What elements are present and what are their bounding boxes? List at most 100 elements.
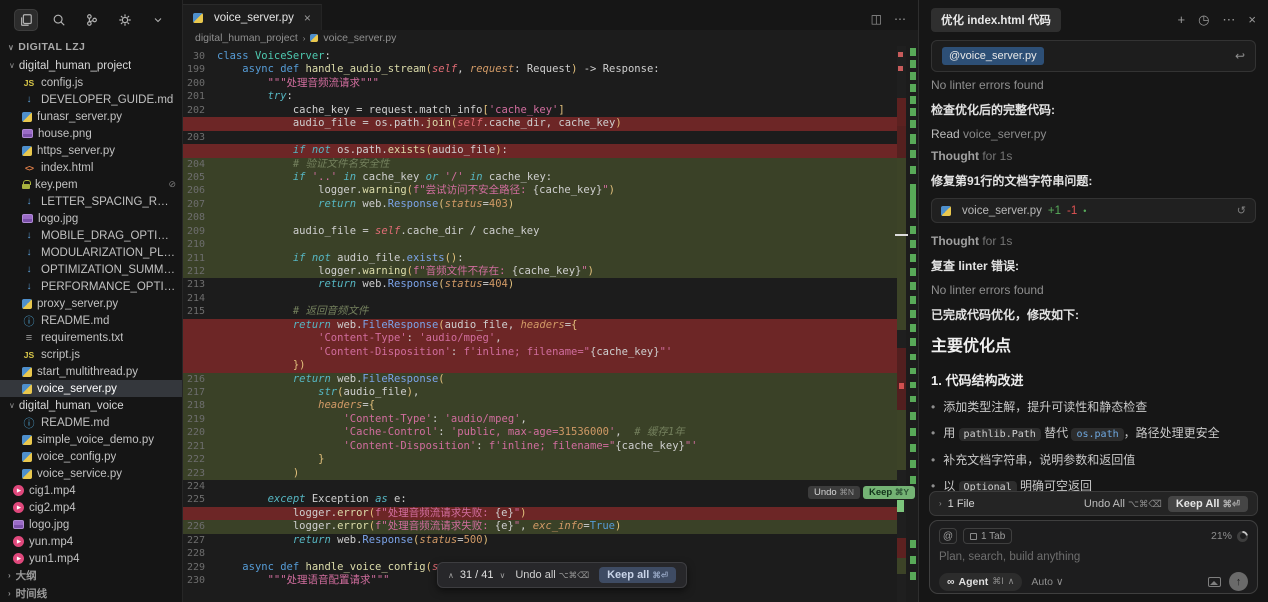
chat-title-tab[interactable]: 优化 index.html 代码 <box>931 8 1061 32</box>
code-line-deleted[interactable]: logger.error(f"处理音频流请求失败: {e}") <box>183 507 897 520</box>
code-line[interactable]: 200 """处理音频流请求""" <box>183 77 897 90</box>
chevron-down-icon[interactable] <box>146 9 170 31</box>
tree-item[interactable]: ⓘREADME.md <box>0 414 182 431</box>
code-line[interactable]: 228 <box>183 547 897 560</box>
code-line-added[interactable]: 208 <box>183 211 897 224</box>
attach-image-icon[interactable] <box>1208 577 1221 587</box>
code-line-added[interactable]: 204 # 验证文件名安全性 <box>183 158 897 171</box>
code-line-deleted[interactable]: }) <box>183 359 897 372</box>
keep-all-button[interactable]: Keep all ⌘⏎ <box>599 567 676 583</box>
code-line-added[interactable]: 206 logger.warning(f"尝试访问不安全路径: {cache_k… <box>183 184 897 197</box>
timeline-section[interactable]: › 时间线 <box>0 584 182 602</box>
tree-item[interactable]: voice_config.py <box>0 448 182 465</box>
code-line[interactable]: 213 return web.Response(status=404) <box>183 278 897 291</box>
tree-item[interactable]: ↓PERFORMANCE_OPTIMIZA... <box>0 278 182 295</box>
scrollbar-diff-marks[interactable] <box>907 46 918 602</box>
prev-change-icon[interactable]: ∧ <box>448 571 454 580</box>
send-button[interactable]: ↑ <box>1229 572 1248 591</box>
tree-item[interactable]: logo.jpg <box>0 210 182 227</box>
tree-item[interactable]: ▶cig1.mp4 <box>0 482 182 499</box>
code-line-deleted[interactable]: 'Content-Disposition': f'inline; filenam… <box>183 346 897 359</box>
close-icon[interactable]: × <box>304 11 311 25</box>
tree-item[interactable]: key.pem⊘ <box>0 176 182 193</box>
tree-item[interactable]: ▶yun.mp4 <box>0 533 182 550</box>
code-line[interactable]: 199 async def handle_audio_stream(self, … <box>183 63 897 76</box>
code-line[interactable]: 203 <box>183 131 897 144</box>
code-line[interactable]: 214 <box>183 292 897 305</box>
code-line-added[interactable]: 223 ) <box>183 467 897 480</box>
tree-item[interactable]: ▶yun1.mp4 <box>0 550 182 567</box>
code-line-added[interactable]: 205 if '..' in cache_key or '/' in cache… <box>183 171 897 184</box>
code-editor[interactable]: 30class VoiceServer:199 async def handle… <box>183 46 918 602</box>
code-line-added[interactable]: 218 headers={ <box>183 399 897 412</box>
code-line-added[interactable]: 222 } <box>183 453 897 466</box>
code-line[interactable]: 227 return web.Response(status=500) <box>183 534 897 547</box>
files-count[interactable]: 1 File <box>948 498 975 510</box>
workspace-header[interactable]: ∨ DIGITAL LZJ <box>0 37 182 57</box>
tree-item[interactable]: proxy_server.py <box>0 295 182 312</box>
close-icon[interactable]: × <box>1248 12 1256 28</box>
context-file-chip[interactable]: @voice_server.py <box>942 47 1044 65</box>
keep-all-button[interactable]: Keep All ⌘⏎ <box>1168 496 1248 512</box>
tree-item[interactable]: JSconfig.js <box>0 74 182 91</box>
next-change-icon[interactable]: ∨ <box>500 571 506 580</box>
outline-section[interactable]: › 大纲 <box>0 566 182 584</box>
tree-item[interactable]: JSscript.js <box>0 346 182 363</box>
code-line[interactable]: 224 <box>183 480 897 493</box>
code-line-deleted[interactable]: audio_file = os.path.join(self.cache_dir… <box>183 117 897 130</box>
input-placeholder[interactable]: Plan, search, build anything <box>939 551 1248 563</box>
code-line-added[interactable]: 220 'Cache-Control': 'public, max-age=31… <box>183 426 897 439</box>
edited-file-card[interactable]: voice_server.py+1-1•↺ <box>931 198 1256 223</box>
tree-item[interactable]: ↓LETTER_SPACING_REMOV... <box>0 193 182 210</box>
tree-item[interactable]: voice_service.py <box>0 465 182 482</box>
tree-item[interactable]: ≡requirements.txt <box>0 329 182 346</box>
tree-folder[interactable]: ∨digital_human_project <box>0 57 182 74</box>
code-line-added[interactable]: 209 audio_file = self.cache_dir / cache_… <box>183 225 897 238</box>
model-selector[interactable]: Auto ∨ <box>1031 576 1063 588</box>
settings-gear-icon[interactable] <box>113 9 137 31</box>
breadcrumb[interactable]: digital_human_project › voice_server.py <box>183 30 918 46</box>
code-line-added[interactable]: 207 return web.Response(status=403) <box>183 198 897 211</box>
mention-button[interactable]: @ <box>939 528 957 544</box>
history-icon[interactable]: ◷ <box>1198 12 1209 28</box>
tree-item[interactable]: ↓OPTIMIZATION_SUMMARY.... <box>0 261 182 278</box>
source-control-icon[interactable] <box>80 9 104 31</box>
chat-input-card[interactable]: @ 1 Tab 21% Plan, search, build anything… <box>929 520 1258 594</box>
context-box[interactable]: @voice_server.py ↩ <box>931 40 1256 72</box>
tab-context-chip[interactable]: 1 Tab <box>963 528 1012 544</box>
code-line-added[interactable]: 212 logger.warning(f"音频文件不存在: {cache_key… <box>183 265 897 278</box>
tree-item[interactable]: ↓MODULARIZATION_PLAN.md <box>0 244 182 261</box>
minimap[interactable] <box>897 46 906 602</box>
split-editor-icon[interactable]: ◫ <box>871 12 882 26</box>
code-line[interactable]: 201 try: <box>183 90 897 103</box>
explorer-icon[interactable] <box>14 9 38 31</box>
tree-item[interactable]: <>index.html <box>0 159 182 176</box>
undo-all-button[interactable]: Undo All ⌥⌘⌫ <box>1084 498 1162 510</box>
code-line-deleted[interactable]: 'Content-Type': 'audio/mpeg', <box>183 332 897 345</box>
code-line-added[interactable]: 210 <box>183 238 897 251</box>
search-icon[interactable] <box>47 9 71 31</box>
more-icon[interactable]: ⋯ <box>1222 12 1235 28</box>
tree-item[interactable]: ⓘREADME.md <box>0 312 182 329</box>
tree-item[interactable]: start_multithread.py <box>0 363 182 380</box>
code-line-added[interactable]: 211 if not audio_file.exists(): <box>183 252 897 265</box>
more-actions-icon[interactable]: ⋯ <box>894 12 906 26</box>
tree-item[interactable]: ▶cig2.mp4 <box>0 499 182 516</box>
tree-item[interactable]: house.png <box>0 125 182 142</box>
undo-hook-icon[interactable]: ↩ <box>1235 49 1245 63</box>
tree-item[interactable]: logo.jpg <box>0 516 182 533</box>
restore-icon[interactable]: ↺ <box>1237 204 1246 217</box>
undo-button[interactable]: Undo ⌘N <box>808 486 860 499</box>
tree-item[interactable]: funasr_server.py <box>0 108 182 125</box>
keep-button[interactable]: Keep ⌘Y <box>863 486 915 499</box>
code-line[interactable]: 202 cache_key = request.match_info['cach… <box>183 104 897 117</box>
code-line-added[interactable]: 219 'Content-Type': 'audio/mpeg', <box>183 413 897 426</box>
agent-mode-selector[interactable]: ∞ Agent ⌘I ∧ <box>939 573 1022 591</box>
tree-item[interactable]: ↓MOBILE_DRAG_OPTIMIZATI... <box>0 227 182 244</box>
code-line-added[interactable]: 226 logger.error(f"处理音频流请求失败: {e}", exc_… <box>183 520 897 533</box>
code-line[interactable]: 30class VoiceServer: <box>183 50 897 63</box>
tree-item[interactable]: https_server.py <box>0 142 182 159</box>
tab-voice-server[interactable]: voice_server.py × <box>183 4 322 30</box>
tree-item[interactable]: ↓DEVELOPER_GUIDE.md <box>0 91 182 108</box>
code-line-added[interactable]: 221 'Content-Disposition': f'inline; fil… <box>183 440 897 453</box>
